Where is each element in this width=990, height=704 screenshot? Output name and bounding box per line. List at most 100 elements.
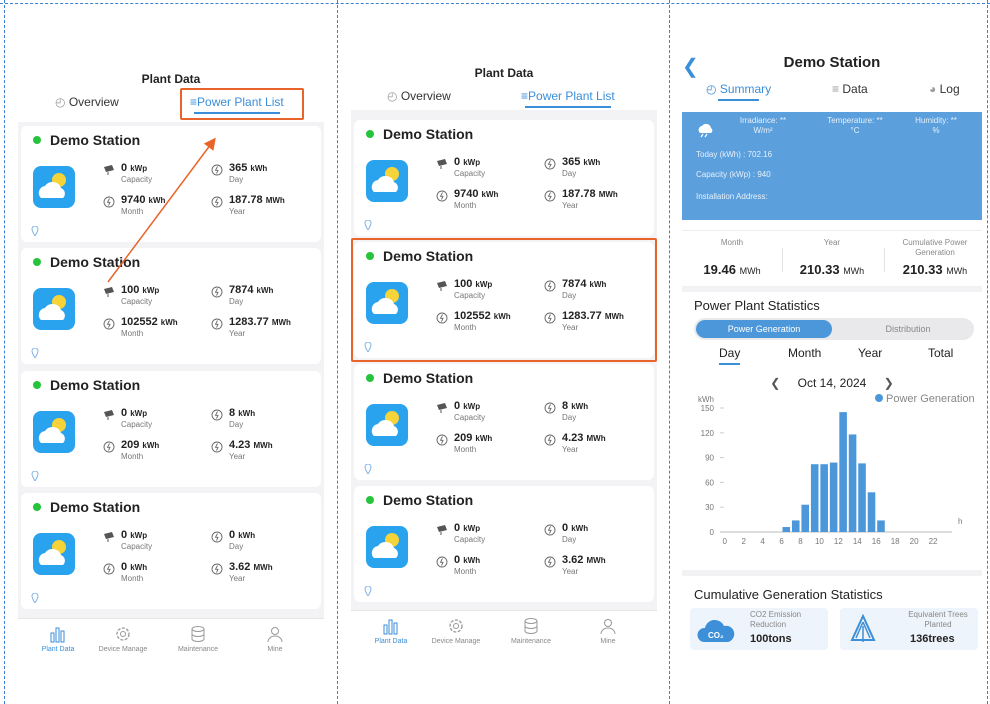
station-name: Demo Station [383, 492, 474, 508]
station-stat: 209 kWh Month [436, 432, 546, 460]
stat-unit: kWh [571, 402, 589, 411]
tab-bar-item[interactable]: Device Manage [421, 617, 491, 645]
station-stat: 7874 kWh Day [211, 284, 321, 312]
y-axis-unit-label: kWh [698, 395, 714, 404]
stat-label: Capacity [121, 175, 153, 184]
tab-bar-label: Plant Data [41, 646, 75, 653]
temperature-unit: °C [850, 126, 860, 135]
stat-unit: kWh [481, 190, 499, 199]
stat-label: Day [229, 297, 244, 306]
location-pin-icon [364, 464, 372, 474]
period-month[interactable]: Month [788, 346, 821, 360]
stat-value: 187.78 [229, 194, 263, 206]
tab-bar-item[interactable]: Maintenance [496, 617, 566, 645]
chart-bar [848, 434, 857, 532]
stat-label: Month [454, 567, 477, 576]
stat-label: Day [229, 175, 244, 184]
y-tick-label: 150 [701, 404, 715, 413]
period-total-label: Total [928, 346, 954, 360]
location-pin-icon [364, 220, 372, 230]
x-axis-unit-label: h [958, 517, 962, 526]
station-stat: 3.62 MWh Year [544, 554, 654, 582]
station-card[interactable]: Demo Station 0 kWp Capacity 365 kWh Day 9740 … [21, 126, 321, 242]
seg-distribution[interactable]: Distribution [844, 320, 972, 338]
station-stat: 0 kWp Capacity [103, 162, 213, 190]
station-card[interactable]: Demo Station 0 kWp Capacity 0 kWh Day 0 kWh Mo… [21, 493, 321, 609]
next-date-chevron-icon[interactable]: ❯ [884, 376, 894, 390]
phone-plant-list-before: Plant Data ◴ Overview ≡Power Plant List Dem… [18, 70, 324, 666]
weather-sun-cloud-icon [33, 166, 75, 208]
left-divider [4, 0, 5, 704]
stat-unit: MWh [586, 434, 606, 443]
stat-label: Capacity [121, 542, 153, 551]
stat-value: 0 [121, 561, 128, 573]
stat-label: Month [454, 445, 477, 454]
stat-value: 0 [121, 529, 128, 541]
period-day[interactable]: Day [719, 346, 741, 365]
period-year[interactable]: Year [858, 346, 882, 360]
x-tick-label: 2 [741, 537, 746, 546]
tab-bar-label: Plant Data [374, 638, 408, 645]
stat-label: Capacity [121, 420, 153, 429]
metric-year-label: Year [823, 238, 841, 247]
temperature-label: Temperature: ** [827, 116, 883, 125]
station-card[interactable]: Demo Station 0 kWp Capacity 0 kWh Day 0 kWh Mo… [354, 486, 654, 602]
tab-overview[interactable]: ◴ Overview [387, 89, 451, 103]
stat-value: 0 [229, 529, 236, 541]
trees-card: Equivalent Trees Planted 136trees [840, 608, 978, 650]
location-pin-icon [31, 348, 39, 358]
tab-bar-item[interactable]: Maintenance [163, 625, 233, 653]
tab-bar-item[interactable]: Device Manage [88, 625, 158, 653]
station-card[interactable]: Demo Station 0 kWp Capacity 8 kWh Day 209 kWh… [354, 364, 654, 480]
seg-power-generation[interactable]: Power Generation [696, 320, 832, 338]
stat-unit: MWh [586, 556, 606, 565]
chart-bar [801, 504, 810, 532]
station-stat: 0 kWh Day [211, 529, 321, 557]
station-name: Demo Station [383, 126, 474, 142]
stat-label: Month [454, 201, 477, 210]
prev-date-chevron-icon[interactable]: ❮ [770, 376, 780, 390]
tab-bar-label: Maintenance [510, 638, 552, 645]
selected-date: Oct 14, 2024 [797, 376, 867, 390]
stat-label: Capacity [454, 535, 486, 544]
tab-summary[interactable]: ◴ Summary [706, 82, 771, 101]
today-generation: Today (kWh) : 702.16 [696, 150, 773, 159]
irradiance-label: Irradiance: ** [739, 116, 787, 125]
stats-title: Power Plant Statistics [694, 298, 820, 313]
station-card[interactable]: Demo Station 100 kWp Capacity 7874 kWh Day 10… [21, 248, 321, 364]
tab-overview[interactable]: ◴ Overview [55, 95, 119, 109]
stat-value: 9740 [121, 194, 146, 206]
chart-bar [867, 492, 876, 532]
highlight-box-card [351, 238, 657, 362]
x-tick-label: 4 [760, 537, 765, 546]
stat-value: 365 [562, 156, 581, 168]
period-year-label: Year [858, 346, 883, 360]
stat-value: 100 [121, 284, 140, 296]
tab-bar-item[interactable]: Mine [240, 625, 310, 653]
station-card[interactable]: Demo Station 0 kWp Capacity 8 kWh Day 209 kWh… [21, 371, 321, 487]
chart-bar [829, 462, 838, 532]
station-stat: 0 kWp Capacity [103, 529, 213, 557]
phone-station-detail: ❮ Demo Station ◴ Summary ≡ Data ◕ Log Ir… [682, 42, 982, 670]
tab-log[interactable]: ◕ Log [929, 82, 960, 96]
trees-label: Equivalent Trees Planted [908, 610, 968, 629]
tab-bar-item[interactable]: Plant Data [356, 617, 426, 645]
user-icon [573, 617, 643, 635]
stat-unit: kWh [250, 164, 268, 173]
tab-data[interactable]: ≡ Data [832, 82, 868, 96]
tab-power-plant-list[interactable]: ≡Power Plant List [521, 89, 615, 108]
tab-bar-item[interactable]: Mine [573, 617, 643, 645]
weather-sun-cloud-icon [366, 526, 408, 568]
stat-unit: kWp [463, 524, 481, 533]
irradiance-unit: W/m² [753, 126, 773, 135]
station-stat: 209 kWh Month [103, 439, 213, 467]
irradiance-readout: Irradiance: ** W/m² [732, 116, 794, 136]
stat-value: 0 [121, 162, 128, 174]
tab-bar-item[interactable]: Plant Data [23, 625, 93, 653]
tab-bar-label: Mine [600, 638, 616, 645]
station-name: Demo Station [50, 132, 141, 148]
stat-unit: MWh [598, 190, 618, 199]
station-card[interactable]: Demo Station 0 kWp Capacity 365 kWh Day 9740 … [354, 120, 654, 236]
stat-unit: kWp [463, 402, 481, 411]
period-total[interactable]: Total [928, 346, 953, 360]
